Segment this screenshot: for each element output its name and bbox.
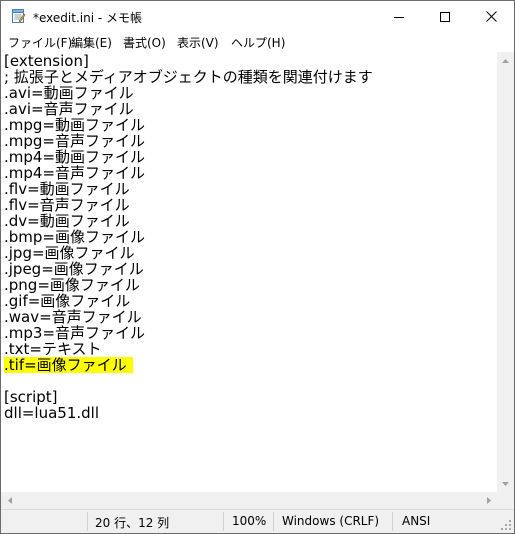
status-divider bbox=[392, 512, 393, 531]
editor-line-selected: .tif=画像ファイル bbox=[4, 357, 133, 373]
status-divider bbox=[87, 512, 88, 531]
scroll-left-icon bbox=[7, 497, 12, 504]
notepad-icon bbox=[10, 8, 26, 24]
scroll-up-icon bbox=[502, 58, 509, 63]
editor-line: .mpg=動画ファイル bbox=[4, 116, 145, 134]
line-ending: Windows (CRLF) bbox=[282, 514, 380, 528]
scroll-down-button[interactable] bbox=[497, 475, 514, 492]
editor-line: .gif=画像ファイル bbox=[4, 292, 131, 310]
horizontal-scrollbar[interactable] bbox=[1, 492, 497, 509]
resize-grip-icon[interactable] bbox=[501, 520, 512, 531]
editor-line: .wav=音声ファイル bbox=[4, 308, 142, 326]
scrollbar-corner bbox=[497, 492, 514, 509]
menu-help[interactable]: ヘルプ(H) bbox=[231, 34, 285, 51]
minimize-button[interactable] bbox=[376, 1, 422, 32]
editor-line: .txt=テキスト bbox=[4, 340, 102, 358]
zoom-level: 100% bbox=[232, 514, 267, 528]
menu-bar: ファイル(F) 編集(E) 書式(O) 表示(V) ヘルプ(H) bbox=[1, 32, 514, 52]
editor-line: .png=画像ファイル bbox=[4, 276, 140, 294]
editor-line: .avi=動画ファイル bbox=[4, 84, 134, 102]
vertical-scrollbar[interactable] bbox=[497, 52, 514, 492]
editor-line: .bmp=画像ファイル bbox=[4, 228, 145, 246]
encoding: ANSI bbox=[402, 514, 431, 528]
scroll-right-button[interactable] bbox=[480, 492, 497, 509]
text-editor[interactable]: [extension] ; 拡張子とメディアオブジェクトの種類を関連付けます .… bbox=[1, 52, 497, 492]
menu-file[interactable]: ファイル(F) bbox=[8, 34, 72, 51]
editor-line: .mpg=音声ファイル bbox=[4, 132, 145, 150]
close-button[interactable] bbox=[468, 1, 514, 32]
maximize-button[interactable] bbox=[422, 1, 468, 32]
editor-line: .dv=動画ファイル bbox=[4, 212, 130, 230]
editor-line: .avi=音声ファイル bbox=[4, 100, 134, 118]
menu-view[interactable]: 表示(V) bbox=[177, 34, 219, 51]
menu-edit[interactable]: 編集(E) bbox=[71, 34, 112, 51]
status-divider bbox=[223, 512, 224, 531]
editor-line: [script] bbox=[4, 388, 58, 406]
editor-line: .mp3=音声ファイル bbox=[4, 324, 146, 342]
minimize-icon bbox=[394, 16, 404, 18]
scroll-left-button[interactable] bbox=[1, 492, 18, 509]
scroll-up-button[interactable] bbox=[497, 52, 514, 69]
menu-format[interactable]: 書式(O) bbox=[123, 34, 166, 51]
editor-line: .flv=動画ファイル bbox=[4, 180, 130, 198]
editor-line: .mp4=動画ファイル bbox=[4, 148, 146, 166]
scroll-down-icon bbox=[502, 481, 509, 486]
maximize-icon bbox=[440, 11, 450, 22]
close-icon bbox=[485, 11, 497, 22]
title-bar[interactable]: *exedit.ini - メモ帳 bbox=[1, 1, 514, 32]
editor-line: .flv=音声ファイル bbox=[4, 196, 130, 214]
status-bar: 20 行、12 列 100% Windows (CRLF) ANSI bbox=[1, 509, 514, 533]
editor-line: ; 拡張子とメディアオブジェクトの種類を関連付けます bbox=[4, 68, 373, 86]
editor-line: [extension] bbox=[4, 52, 89, 70]
editor-line: .jpg=画像ファイル bbox=[4, 244, 135, 262]
notepad-window: *exedit.ini - メモ帳 ファイル(F) 編集(E) 書式(O) 表示… bbox=[0, 0, 515, 534]
scroll-right-icon bbox=[486, 497, 491, 504]
window-title: *exedit.ini - メモ帳 bbox=[33, 11, 142, 25]
cursor-position: 20 行、12 列 bbox=[95, 516, 170, 530]
status-divider bbox=[273, 512, 274, 531]
editor-line: .jpeg=画像ファイル bbox=[4, 260, 144, 278]
editor-line: dll=lua51.dll bbox=[4, 404, 100, 422]
editor-line: .mp4=音声ファイル bbox=[4, 164, 146, 182]
